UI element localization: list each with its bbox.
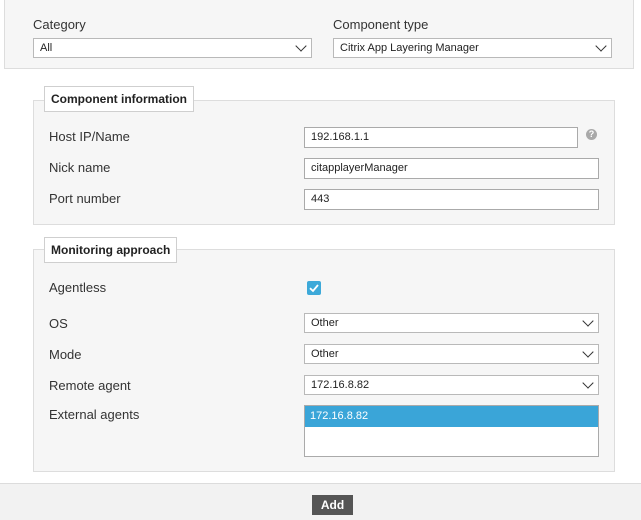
port-number-label: Port number: [49, 191, 121, 206]
os-select-value: Other: [311, 317, 339, 329]
remote-agent-select[interactable]: 172.16.8.82: [304, 375, 599, 395]
help-icon[interactable]: ?: [586, 129, 597, 140]
mode-label: Mode: [49, 347, 82, 362]
external-agents-label: External agents: [49, 407, 140, 422]
mode-select-value: Other: [311, 348, 339, 360]
host-input-value: 192.168.1.1: [311, 131, 370, 143]
nick-name-label: Nick name: [49, 160, 111, 175]
host-input[interactable]: 192.168.1.1: [304, 127, 578, 148]
os-select[interactable]: Other: [304, 313, 599, 333]
component-type-select-value: Citrix App Layering Manager: [340, 42, 479, 54]
chevron-down-icon: [582, 315, 594, 327]
category-select-value: All: [40, 42, 53, 54]
chevron-down-icon: [582, 377, 594, 389]
category-select[interactable]: All: [33, 38, 312, 58]
chevron-down-icon: [595, 40, 607, 52]
component-type-select[interactable]: Citrix App Layering Manager: [333, 38, 612, 58]
check-icon: [309, 284, 319, 293]
remote-agent-label: Remote agent: [49, 378, 131, 393]
footer-bar: Add: [0, 483, 641, 520]
component-type-label: Component type: [333, 17, 429, 32]
nick-name-input-value: citapplayerManager: [311, 162, 408, 174]
nick-name-input[interactable]: citapplayerManager: [304, 158, 599, 179]
host-label: Host IP/Name: [49, 129, 130, 144]
chevron-down-icon: [582, 346, 594, 358]
remote-agent-select-value: 172.16.8.82: [311, 379, 370, 391]
agentless-checkbox[interactable]: [307, 281, 321, 295]
os-label: OS: [49, 316, 68, 331]
external-agents-listbox[interactable]: 172.16.8.82: [304, 405, 599, 457]
external-agent-option[interactable]: 172.16.8.82: [305, 406, 598, 427]
monitoring-approach-title: Monitoring approach: [44, 237, 178, 263]
port-number-input[interactable]: 443: [304, 189, 599, 210]
filter-bar: [4, 0, 634, 69]
component-information-title: Component information: [44, 86, 194, 112]
category-label: Category: [33, 17, 86, 32]
port-number-input-value: 443: [311, 193, 330, 205]
mode-select[interactable]: Other: [304, 344, 599, 364]
chevron-down-icon: [295, 40, 307, 52]
add-button[interactable]: Add: [312, 495, 353, 515]
agentless-label: Agentless: [49, 280, 107, 295]
